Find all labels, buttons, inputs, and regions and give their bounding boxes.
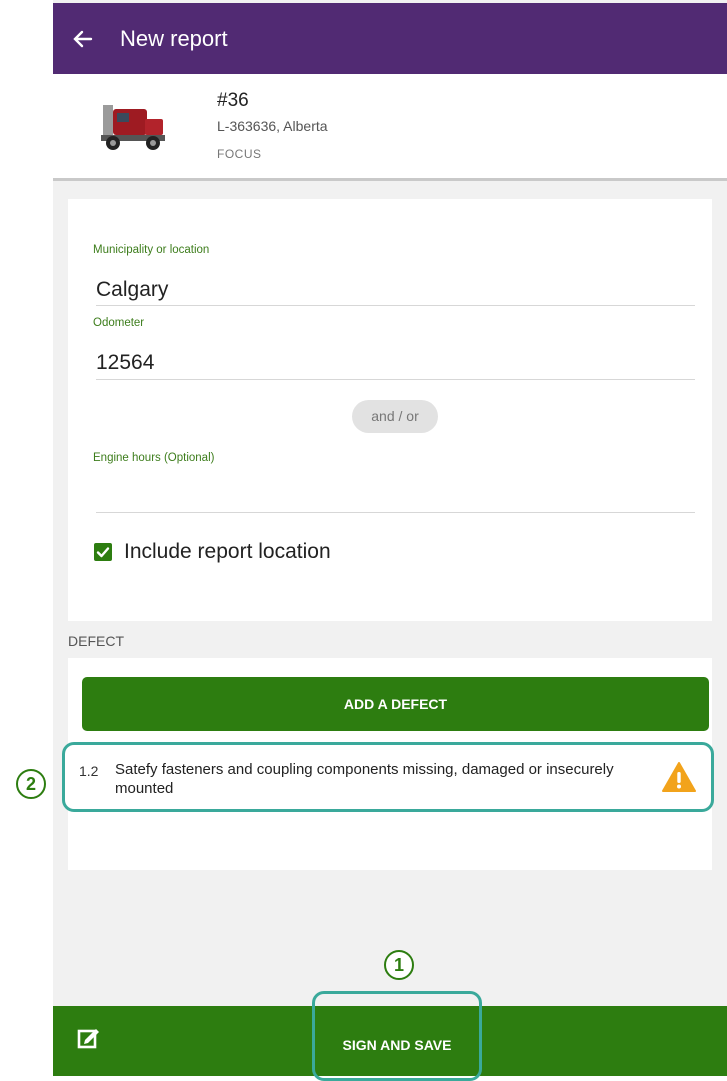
odometer-field[interactable]: 12564 <box>96 351 154 375</box>
engine-hours-label: Engine hours (Optional) <box>93 452 215 464</box>
location-label: Municipality or location <box>93 244 210 256</box>
vehicle-model: FOCUS <box>217 147 262 161</box>
and-or-chip: and / or <box>352 400 438 433</box>
defect-description: Satefy fasteners and coupling components… <box>115 761 614 797</box>
engine-hours-underline <box>96 512 695 513</box>
truck-icon <box>97 91 169 157</box>
include-location-checkbox[interactable] <box>94 543 112 561</box>
report-form: Municipality or location Calgary Odomete… <box>68 199 712 621</box>
odometer-label: Odometer <box>93 317 145 329</box>
app-screen: New report #36 L-363636, Alberta FOCUS M… <box>53 0 727 1081</box>
vehicle-header: #36 L-363636, Alberta FOCUS <box>53 74 727 181</box>
defect-code: 1.2 <box>79 763 99 779</box>
callout-badge-1: 1 <box>384 950 414 980</box>
app-bar: New report <box>53 3 727 74</box>
include-location-label[interactable]: Include report location <box>124 540 331 564</box>
location-underline <box>96 305 695 306</box>
defect-list-item[interactable]: 1.2 Satefy fasteners and coupling compon… <box>62 742 714 812</box>
page-title: New report <box>120 26 228 51</box>
vehicle-plate: L-363636, Alberta <box>217 118 328 134</box>
arrow-left-icon[interactable] <box>69 25 97 53</box>
bottom-action-bar: SIGN AND SAVE <box>53 991 727 1081</box>
vehicle-number: #36 <box>217 90 249 111</box>
location-field[interactable]: Calgary <box>96 278 168 302</box>
defect-section-title: DEFECT <box>68 633 124 649</box>
sign-and-save-button[interactable]: SIGN AND SAVE <box>312 991 482 1081</box>
callout-badge-2: 2 <box>16 769 46 799</box>
warning-icon <box>662 762 696 792</box>
checkmark-icon <box>96 547 110 558</box>
add-defect-button[interactable]: ADD A DEFECT <box>82 677 709 731</box>
edit-icon[interactable] <box>76 1025 102 1051</box>
odometer-underline <box>96 379 695 380</box>
defect-section: ADD A DEFECT 1.2 Satefy fasteners and co… <box>62 658 714 870</box>
engine-hours-field[interactable] <box>96 479 695 509</box>
